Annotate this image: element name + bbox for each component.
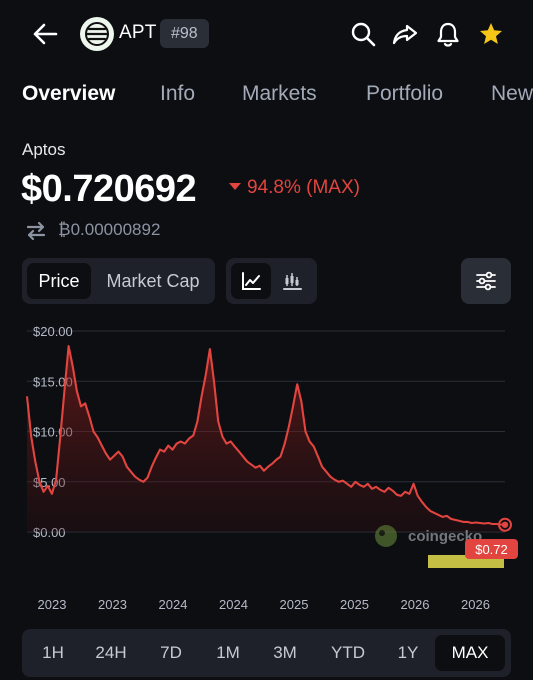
candlestick-chart-icon xyxy=(283,273,302,290)
back-arrow-icon[interactable] xyxy=(30,20,60,48)
coin-name: Aptos xyxy=(22,140,66,159)
star-icon[interactable] xyxy=(477,20,505,48)
x-axis-ticks: 2023 2023 2024 2024 2025 2025 2026 2026 xyxy=(38,597,490,612)
x-tick-label: 2023 xyxy=(38,597,67,612)
x-tick-label: 2024 xyxy=(219,597,248,612)
time-range-selector: 1H 24H 7D 1M 3M YTD 1Y MAX xyxy=(22,629,511,677)
range-1m-button[interactable]: 1M xyxy=(202,635,254,671)
range-1y-button[interactable]: 1Y xyxy=(384,635,432,671)
caret-down-icon xyxy=(229,183,241,190)
price-chart[interactable]: $20.00$15.00$10.00$5.00$0.00 coingecko $… xyxy=(0,315,533,615)
tab-overview[interactable]: Overview xyxy=(22,82,115,106)
tab-portfolio[interactable]: Portfolio xyxy=(366,82,443,106)
current-price: $0.720692 xyxy=(21,168,197,210)
price-change-value: 94.8% (MAX) xyxy=(247,177,360,198)
range-ytd-button[interactable]: YTD xyxy=(319,635,377,671)
search-icon[interactable] xyxy=(349,20,377,48)
market-cap-toggle-button[interactable]: Market Cap xyxy=(96,263,210,299)
top-bar: APT #98 xyxy=(0,0,533,68)
share-icon[interactable] xyxy=(391,20,419,48)
sliders-icon xyxy=(476,271,496,291)
x-tick-label: 2025 xyxy=(340,597,369,612)
chart-settings-button[interactable] xyxy=(461,258,511,304)
swap-icon[interactable] xyxy=(24,219,48,243)
range-7d-button[interactable]: 7D xyxy=(146,635,196,671)
range-3m-button[interactable]: 3M xyxy=(260,635,310,671)
rank-badge: #98 xyxy=(160,19,209,48)
range-max-button[interactable]: MAX xyxy=(435,635,505,671)
tab-markets[interactable]: Markets xyxy=(242,82,317,106)
x-tick-label: 2025 xyxy=(280,597,309,612)
x-tick-label: 2026 xyxy=(461,597,490,612)
price-change: 94.8% (MAX) xyxy=(229,177,360,199)
range-24h-button[interactable]: 24H xyxy=(85,635,137,671)
aptos-logo-icon xyxy=(80,17,114,51)
chart-type-toggle xyxy=(226,258,317,304)
current-price-marker-core xyxy=(501,521,509,528)
x-tick-label: 2026 xyxy=(401,597,430,612)
bell-icon[interactable] xyxy=(434,20,462,48)
line-chart-icon xyxy=(242,272,261,290)
btc-price: ₿0.00000892 xyxy=(58,220,161,239)
current-price-label: $0.72 xyxy=(475,542,508,557)
range-1h-button[interactable]: 1H xyxy=(28,635,78,671)
tab-info[interactable]: Info xyxy=(160,82,195,106)
price-toggle-button[interactable]: Price xyxy=(27,263,91,299)
x-tick-label: 2023 xyxy=(98,597,127,612)
section-tabs: Overview Info Markets Portfolio New xyxy=(0,78,533,114)
line-chart-button[interactable] xyxy=(231,263,271,299)
price-marketcap-toggle: Price Market Cap xyxy=(22,258,215,304)
coin-ticker: APT xyxy=(119,22,157,43)
y-tick-label: $20.00 xyxy=(33,324,73,339)
tab-new[interactable]: New xyxy=(491,82,533,106)
x-tick-label: 2024 xyxy=(159,597,188,612)
candlestick-chart-button[interactable] xyxy=(272,263,312,299)
